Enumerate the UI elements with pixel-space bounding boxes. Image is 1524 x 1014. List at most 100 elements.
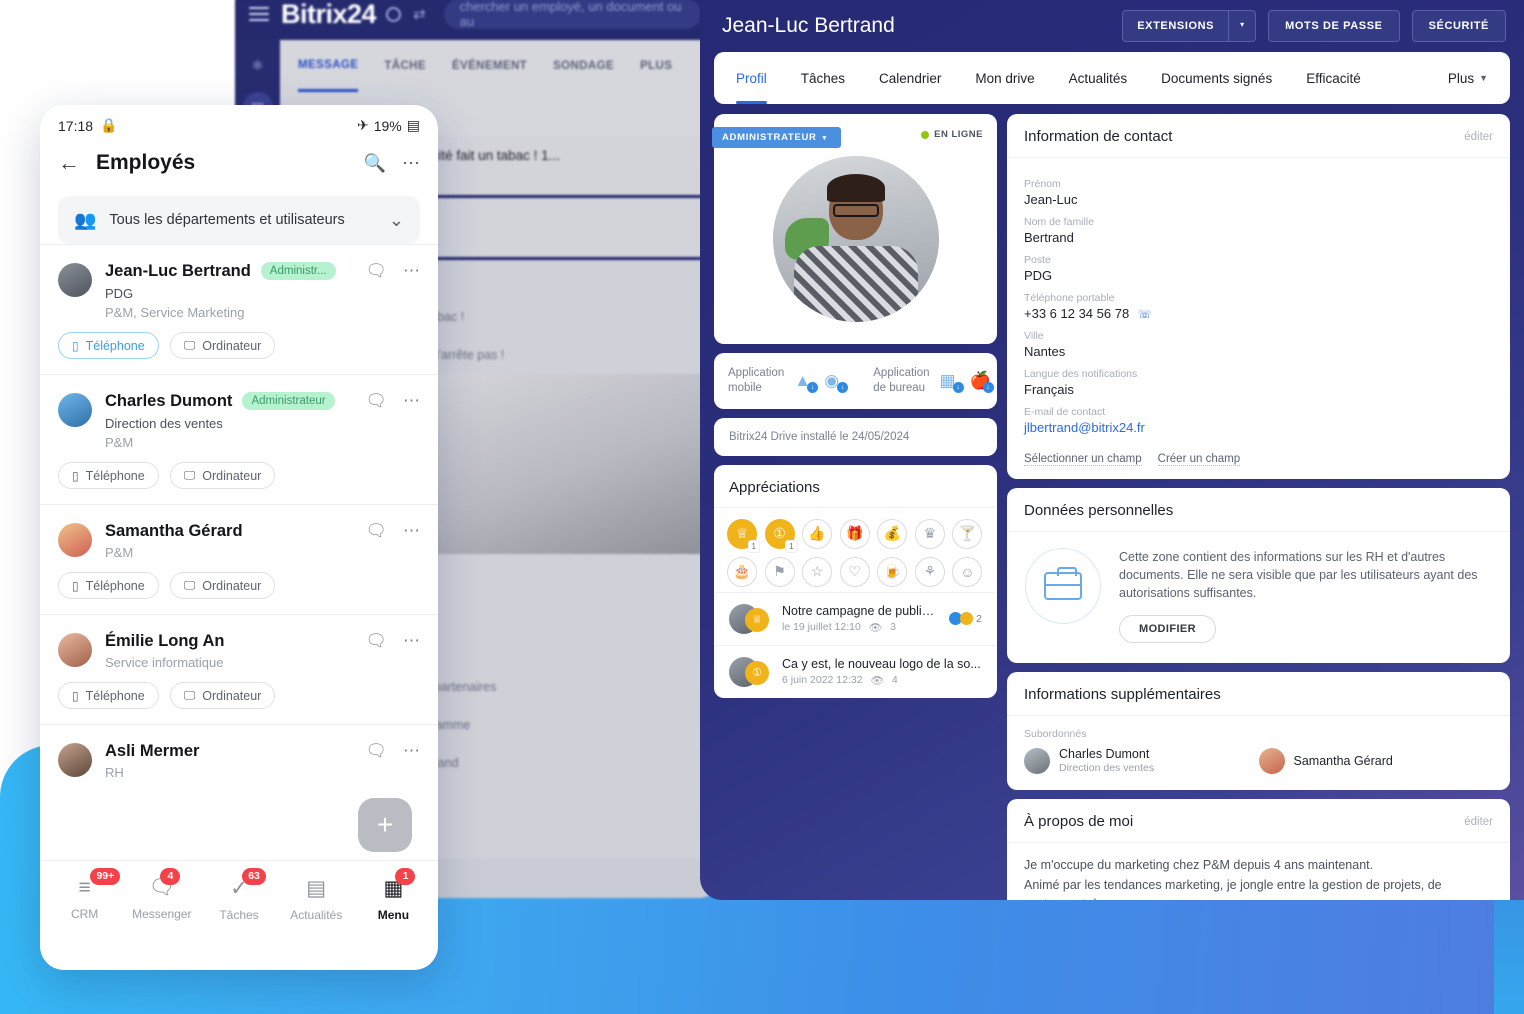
more-icon[interactable]: ⋯ <box>403 391 420 411</box>
heart-icon[interactable]: ♡ <box>840 557 870 587</box>
passwords-button[interactable]: MOTS DE PASSE <box>1268 10 1399 42</box>
subordinate-item[interactable]: Charles Dumont Direction des ventes <box>1024 747 1259 774</box>
desktop-search-input[interactable]: chercher un employé, un document ou au <box>444 0 701 29</box>
tab-actualites[interactable]: Actualités <box>1069 52 1128 104</box>
star-icon[interactable]: ☆ <box>802 557 832 587</box>
tab-efficacite[interactable]: Efficacité <box>1306 52 1361 104</box>
cocktail-icon[interactable]: 🍸 <box>952 519 982 549</box>
security-button[interactable]: SÉCURITÉ <box>1412 10 1506 42</box>
windows-icon[interactable]: ▦↓ <box>940 370 961 391</box>
profile-left-column: ADMINISTRATEUR ▾ EN LIGNE Application <box>714 114 997 900</box>
chevron-down-icon[interactable]: ⌄ <box>389 210 404 231</box>
tab-mon-drive[interactable]: Mon drive <box>975 52 1034 104</box>
edit-link[interactable]: éditer <box>1464 816 1493 828</box>
subordinate-item[interactable]: Samantha Gérard <box>1259 747 1494 774</box>
tab-plus[interactable]: Plus ▼ <box>1448 52 1488 104</box>
back-icon[interactable]: ← <box>58 150 80 176</box>
hamburger-icon[interactable] <box>249 7 269 21</box>
tab-documents-signes[interactable]: Documents signés <box>1161 52 1272 104</box>
chip-telephone[interactable]: ▯Téléphone <box>58 332 159 359</box>
create-field-link[interactable]: Créer un champ <box>1158 453 1240 466</box>
chip-ordinateur[interactable]: 🖵Ordinateur <box>170 682 276 709</box>
crm-icon: ≡99+ <box>78 876 90 900</box>
chip-telephone[interactable]: ▯Téléphone <box>58 462 159 489</box>
chat-icon[interactable]: 🗨 <box>365 261 387 281</box>
tab-menu[interactable]: ▦1 Menu <box>355 876 432 922</box>
tab-label: CRM <box>71 907 98 921</box>
extensions-button[interactable]: EXTENSIONS ▾ <box>1122 10 1256 42</box>
appreciation-post[interactable]: ♕ Notre campagne de publicité fait ... l… <box>714 592 997 645</box>
chip-ordinateur[interactable]: 🖵Ordinateur <box>170 332 276 359</box>
list-item[interactable]: Jean-Luc Bertrand Administr... 🗨 ⋯ PDG P… <box>40 244 438 374</box>
desktop-tab-message[interactable]: MESSAGE <box>298 40 358 92</box>
briefcase-icon <box>1025 548 1101 624</box>
tab-calendrier[interactable]: Calendrier <box>879 52 941 104</box>
avatar <box>1259 748 1285 774</box>
field-value-email[interactable]: jlbertrand@bitrix24.fr <box>1024 420 1493 435</box>
more-icon[interactable]: ⋯ <box>403 741 420 761</box>
card-header: Informations supplémentaires <box>1007 672 1510 716</box>
tab-messenger[interactable]: 🗨4 Messenger <box>123 876 200 921</box>
tab-crm[interactable]: ≡99+ CRM <box>46 876 123 921</box>
grid-icon: ▦1 <box>383 876 403 901</box>
chip-ordinateur[interactable]: 🖵Ordinateur <box>170 572 276 599</box>
more-icon[interactable]: ⋯ <box>403 631 420 651</box>
tab-actualites[interactable]: ▤ Actualités <box>278 876 355 922</box>
chat-icon[interactable]: 🗨 <box>365 631 387 651</box>
trophy-icon[interactable]: ♕1 <box>727 519 757 549</box>
android-icon[interactable]: ▲↓ <box>794 370 815 391</box>
list-item[interactable]: Émilie Long An 🗨 ⋯ Service informatique … <box>40 614 438 724</box>
more-icon[interactable]: ⋯ <box>403 521 420 541</box>
desktop-tab-sondage[interactable]: SONDAGE <box>553 60 614 72</box>
flag-icon[interactable]: ⚑ <box>765 557 795 587</box>
phone-icon[interactable]: ☏ <box>1138 309 1152 321</box>
chip-telephone[interactable]: ▯Téléphone <box>58 572 159 599</box>
role-badge[interactable]: ADMINISTRATEUR ▾ <box>712 127 841 148</box>
apple-mobile-icon[interactable]: ◉↓ <box>824 370 845 391</box>
search-icon[interactable]: 🔍 <box>364 153 386 174</box>
tab-taches[interactable]: Tâches <box>801 52 845 104</box>
flower-icon[interactable]: ⚘ <box>915 557 945 587</box>
list-item[interactable]: Samantha Gérard 🗨 ⋯ P&M ▯Téléphone 🖵Ordi… <box>40 504 438 614</box>
list-item[interactable]: Asli Mermer 🗨 ⋯ RH <box>40 724 438 780</box>
post-reactions[interactable]: 2 <box>949 612 982 625</box>
desktop-tab-tache[interactable]: TÂCHE <box>384 60 426 72</box>
department-filter[interactable]: 👥 Tous les départements et utilisateurs … <box>58 196 420 244</box>
money-bag-icon[interactable]: 💰 <box>877 519 907 549</box>
medal-icon[interactable]: ①1 <box>765 519 795 549</box>
avatar: ♕ <box>729 604 759 634</box>
select-field-link[interactable]: Sélectionner un champ <box>1024 453 1142 466</box>
thumbs-up-icon[interactable]: 👍 <box>802 519 832 549</box>
field-ville: Ville Nantes <box>1024 330 1493 359</box>
gift-icon[interactable]: 🎁 <box>840 519 870 549</box>
add-button[interactable]: + <box>358 798 412 852</box>
field-value: +33 6 12 34 56 78 <box>1024 306 1129 321</box>
more-icon[interactable]: ⋯ <box>403 261 420 281</box>
modify-button[interactable]: MODIFIER <box>1119 615 1216 643</box>
employee-row: Émilie Long An 🗨 ⋯ Service informatique <box>58 631 420 670</box>
beer-icon[interactable]: 🍺 <box>877 557 907 587</box>
crown-icon[interactable]: ♛ <box>915 519 945 549</box>
chip-ordinateur[interactable]: 🖵Ordinateur <box>170 462 276 489</box>
edit-link[interactable]: éditer <box>1464 131 1493 143</box>
apple-desktop-icon[interactable]: 🍎↓ <box>970 370 991 391</box>
more-icon[interactable]: ⋯ <box>402 153 420 174</box>
tab-taches[interactable]: ✓63 Tâches <box>200 876 277 922</box>
desktop-tab-plus[interactable]: PLUS <box>640 60 672 72</box>
list-item[interactable]: Charles Dumont Administrateur 🗨 ⋯ Direct… <box>40 374 438 504</box>
chat-icon[interactable]: 🗨 <box>365 391 387 411</box>
appreciation-post[interactable]: ① Ca y est, le nouveau logo de la so... … <box>714 645 997 698</box>
tab-profil[interactable]: Profil <box>736 52 767 104</box>
chip-telephone[interactable]: ▯Téléphone <box>58 682 159 709</box>
chevron-down-icon[interactable]: ▾ <box>1228 11 1255 41</box>
avatar[interactable] <box>773 156 939 322</box>
personal-data-card: Données personnelles Cette zone contient… <box>1007 488 1510 663</box>
desktop-tab-evenement[interactable]: ÉVÉNEMENT <box>452 60 527 72</box>
chat-icon[interactable]: 🗨 <box>365 521 387 541</box>
desktop-topbar: Bitrix24 ⇄ chercher un employé, un docum… <box>235 0 715 40</box>
smiley-icon[interactable]: ☺ <box>952 557 982 587</box>
cake-icon[interactable]: 🎂 <box>727 557 757 587</box>
tab-label: Menu <box>378 908 409 922</box>
share-icon[interactable]: ⚛ <box>243 50 273 80</box>
chat-icon[interactable]: 🗨 <box>365 741 387 761</box>
